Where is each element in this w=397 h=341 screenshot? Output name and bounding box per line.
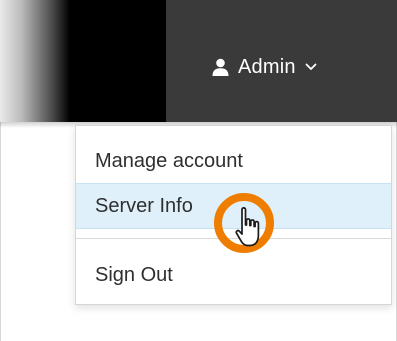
menu-item-label: Manage account (95, 149, 243, 172)
topbar-fade-edge (0, 0, 70, 122)
user-name-label: Admin (238, 55, 296, 78)
topbar-dark-section (60, 0, 166, 122)
user-menu-toggle[interactable]: Admin (212, 52, 317, 82)
chevron-down-icon (305, 63, 317, 71)
menu-item-label: Sign Out (95, 263, 173, 286)
user-icon (212, 58, 229, 76)
top-navigation-bar: Admin (0, 0, 397, 122)
menu-item-sign-out[interactable]: Sign Out (76, 252, 391, 298)
menu-item-manage-account[interactable]: Manage account (76, 138, 391, 184)
menu-item-label: Server Info (95, 194, 193, 217)
menu-divider (76, 238, 391, 239)
user-dropdown-menu: Manage account Server Info Sign Out (75, 125, 392, 305)
menu-item-server-info[interactable]: Server Info (76, 183, 391, 229)
